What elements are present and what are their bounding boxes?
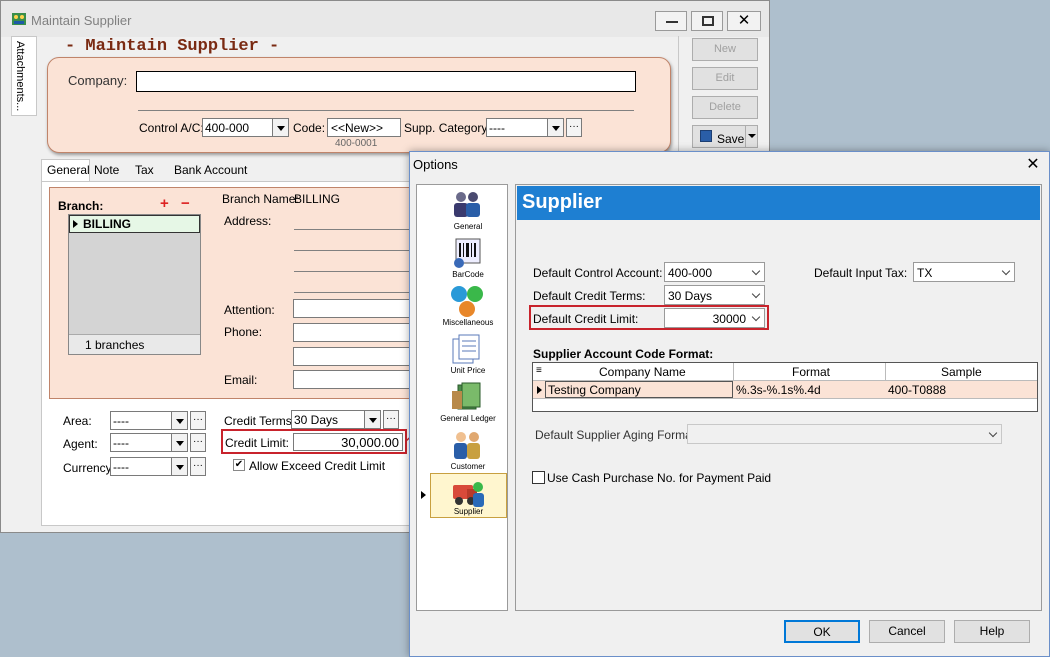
default-control-account-combo[interactable]: 400-000	[664, 262, 765, 282]
grid-row[interactable]: Testing Company %.3s-%.1s%.4d 400-T0888	[533, 381, 1037, 399]
default-input-tax-value: TX	[917, 266, 933, 280]
sidebar-item-customer[interactable]: Customer	[430, 426, 506, 472]
default-credit-terms-combo[interactable]: 30 Days	[664, 285, 765, 305]
sidebar-item-label: Customer	[450, 462, 486, 471]
sidebar-item-label: General Ledger	[440, 414, 496, 423]
sidebar-item-label: General	[453, 222, 483, 231]
code-format-title: Supplier Account Code Format:	[533, 347, 714, 361]
chevron-down-icon	[751, 312, 761, 322]
cell-text: Testing Company	[548, 383, 641, 397]
sidebar-item-label: Unit Price	[450, 366, 486, 375]
grid-col-format[interactable]: Format	[792, 365, 830, 379]
ledger-icon	[450, 381, 484, 413]
sidebar-item-barcode[interactable]: BarCode	[430, 234, 506, 280]
sidebar-item-label: Supplier	[453, 507, 484, 516]
default-input-tax-label: Default Input Tax:	[814, 266, 908, 280]
default-credit-terms-value: 30 Days	[668, 289, 713, 303]
chevron-down-icon	[751, 266, 761, 276]
documents-icon	[450, 333, 484, 365]
grid-cell-sample[interactable]: 400-T0888	[888, 383, 946, 397]
default-input-tax-combo[interactable]: TX	[913, 262, 1015, 282]
sidebar-item-supplier[interactable]: Supplier	[430, 473, 507, 518]
sidebar-item-miscellaneous[interactable]: Miscellaneous	[430, 282, 506, 328]
grid-cell-company-name[interactable]: Testing Company	[545, 381, 733, 398]
options-header: Supplier	[517, 186, 1040, 220]
users-icon	[450, 189, 484, 221]
aging-format-combo[interactable]	[687, 424, 1002, 444]
aging-format-label: Default Supplier Aging Format:	[535, 428, 699, 442]
chevron-down-icon	[1001, 266, 1011, 276]
selected-indicator-icon	[421, 491, 426, 499]
grid-cell-format[interactable]: %.3s-%.1s%.4d	[736, 383, 821, 397]
default-credit-limit-combo[interactable]: 30000	[664, 308, 765, 328]
chevron-down-icon	[751, 289, 761, 299]
sidebar-item-unit-price[interactable]: Unit Price	[430, 330, 506, 376]
grid-col-company-name[interactable]: Company Name	[599, 365, 686, 379]
sidebar-item-general-ledger[interactable]: General Ledger	[430, 378, 506, 424]
sidebar-item-label: BarCode	[452, 270, 484, 279]
balls-icon	[450, 285, 484, 317]
options-close-button[interactable]: ✕	[1022, 154, 1044, 176]
sidebar-item-general[interactable]: General	[430, 186, 506, 232]
chevron-down-icon	[988, 428, 998, 438]
ok-button[interactable]: OK	[784, 620, 860, 643]
grid-col-sample[interactable]: Sample	[941, 365, 982, 379]
row-indicator-icon	[537, 386, 542, 394]
default-control-account-label: Default Control Account:	[533, 266, 663, 280]
default-credit-limit-value: 30000	[712, 312, 746, 326]
help-button[interactable]: Help	[954, 620, 1030, 643]
supplier-icon	[451, 477, 485, 509]
use-cash-purchase-checkbox[interactable]	[532, 471, 545, 484]
default-credit-terms-label: Default Credit Terms:	[533, 289, 646, 303]
close-icon: ✕	[1026, 156, 1040, 173]
sidebar-item-label: Miscellaneous	[442, 318, 494, 327]
grid-header: ≡ Company Name Format Sample	[533, 363, 1037, 399]
code-format-grid: ≡ Company Name Format Sample Testing Com…	[532, 362, 1038, 412]
default-credit-limit-label: Default Credit Limit:	[533, 312, 639, 326]
customer-icon	[450, 429, 484, 461]
barcode-icon	[450, 237, 484, 269]
options-header-title: Supplier	[522, 191, 603, 213]
default-control-account-value: 400-000	[668, 266, 713, 280]
cancel-button[interactable]: Cancel	[869, 620, 945, 643]
use-cash-purchase-label: Use Cash Purchase No. for Payment Paid	[547, 471, 772, 485]
grid-menu-icon[interactable]: ≡	[536, 365, 542, 376]
options-title: Options	[413, 157, 458, 172]
